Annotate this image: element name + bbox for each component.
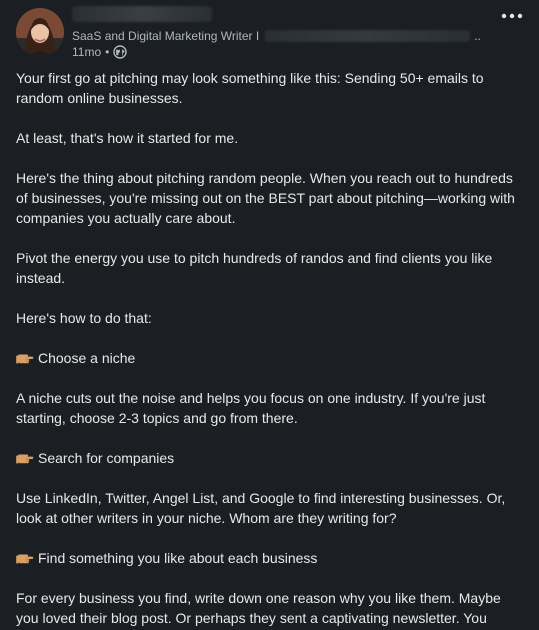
author-headline: SaaS and Digital Marketing Writer I .. bbox=[72, 28, 481, 44]
pointing-hand-icon bbox=[16, 351, 34, 365]
post-paragraph: Your first go at pitching may look somet… bbox=[16, 70, 484, 106]
bullet-text: Find something you like about each busin… bbox=[38, 550, 318, 566]
post-card: SaaS and Digital Marketing Writer I .. 1… bbox=[0, 0, 539, 630]
post-paragraph: Here's how to do that: bbox=[16, 310, 152, 326]
post-bullet: Choose a niche bbox=[16, 348, 524, 368]
avatar[interactable] bbox=[16, 8, 64, 56]
post-header: SaaS and Digital Marketing Writer I .. 1… bbox=[0, 0, 539, 68]
post-paragraph: Pivot the energy you use to pitch hundre… bbox=[16, 250, 493, 286]
post-content: Your first go at pitching may look somet… bbox=[16, 68, 524, 630]
bullet-text: Search for companies bbox=[38, 450, 175, 466]
avatar-image bbox=[16, 8, 64, 56]
pointing-hand-icon bbox=[16, 551, 34, 565]
more-options-button[interactable] bbox=[496, 4, 528, 28]
meta-separator: • bbox=[105, 45, 110, 59]
post-paragraph: Here's the thing about pitching random p… bbox=[16, 170, 515, 226]
author-headline-text: SaaS and Digital Marketing Writer I bbox=[72, 29, 260, 43]
post-bullet: Find something you like about each busin… bbox=[16, 548, 524, 568]
author-headline-blurred bbox=[265, 30, 471, 42]
post-paragraph: For every business you find, write down … bbox=[16, 590, 501, 626]
author-name-blurred[interactable] bbox=[72, 6, 212, 22]
post-paragraph: Use LinkedIn, Twitter, Angel List, and G… bbox=[16, 490, 506, 526]
post-bullet: Search for companies bbox=[16, 448, 524, 468]
post-paragraph: At least, that's how it started for me. bbox=[16, 130, 239, 146]
author-headline-ellipsis: .. bbox=[474, 29, 481, 43]
post-timestamp[interactable]: 11mo bbox=[72, 45, 101, 59]
post-meta: 11mo • bbox=[72, 44, 128, 60]
post-paragraph: A niche cuts out the noise and helps you… bbox=[16, 390, 486, 426]
bullet-text: Choose a niche bbox=[38, 350, 136, 366]
ellipsis-icon bbox=[501, 13, 523, 19]
globe-icon bbox=[113, 45, 128, 59]
pointing-hand-icon bbox=[16, 451, 34, 465]
